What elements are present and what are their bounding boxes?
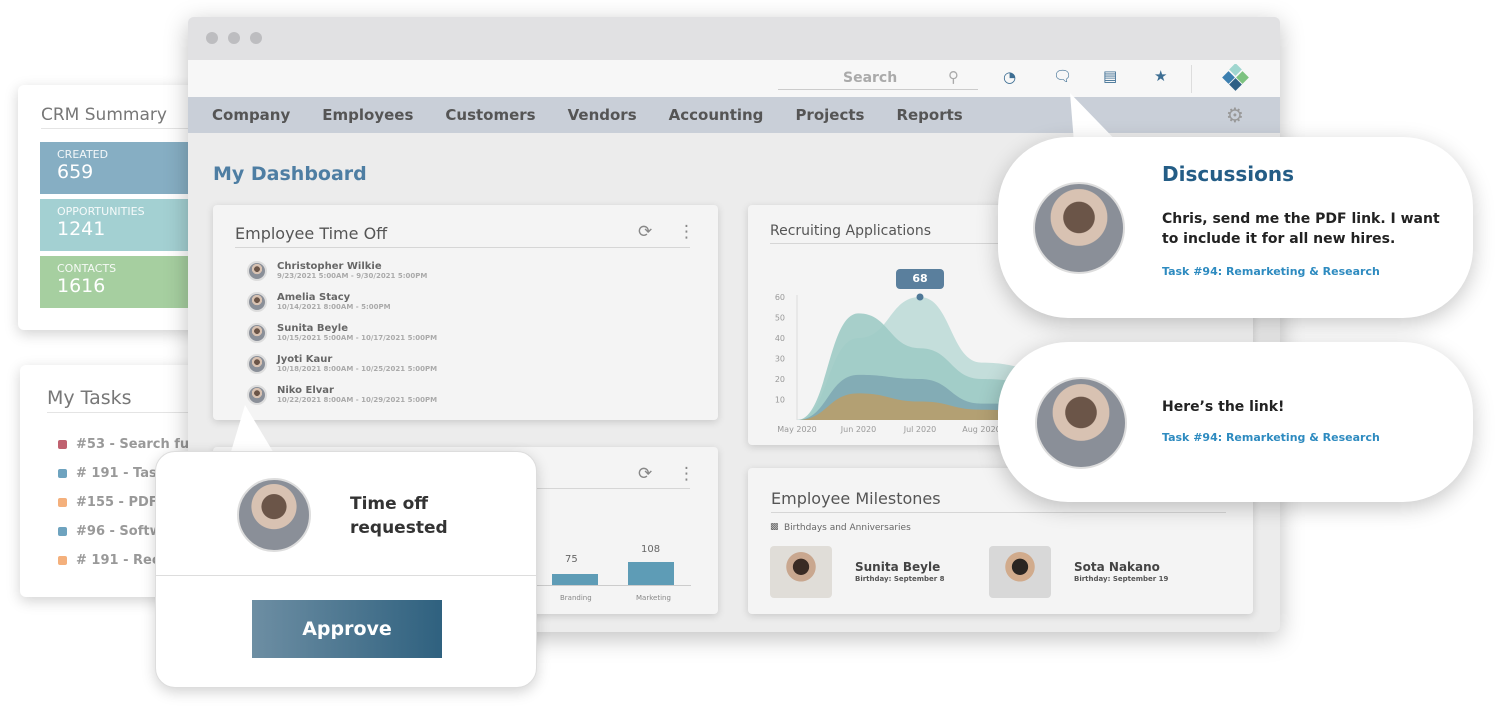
bar-value-label: 108 — [641, 544, 661, 555]
chat-icon[interactable]: 🗨 — [1053, 67, 1072, 85]
bar-axis — [513, 585, 691, 586]
milestone-detail: Birthday: September 8 — [855, 575, 945, 583]
stat-opportunities[interactable]: OPPORTUNITIES 1241 — [40, 199, 210, 251]
refresh-icon[interactable]: ⟳ — [638, 222, 652, 242]
time-off-row[interactable]: Amelia Stacy 10/14/2021 8:00AM - 5:00PM — [247, 286, 437, 317]
avatar — [237, 478, 311, 552]
y-tick-label: 50 — [775, 314, 785, 323]
avatar — [247, 322, 267, 343]
employee-name: Niko Elvar — [277, 385, 334, 396]
bar-value-label: 75 — [565, 554, 578, 565]
avatar — [247, 260, 267, 281]
popup-message: Time off requested — [350, 494, 448, 538]
stat-created[interactable]: CREATED 659 — [40, 142, 210, 194]
page-title: My Dashboard — [213, 163, 367, 185]
bar — [552, 574, 598, 585]
logo — [1222, 64, 1249, 91]
avatar — [247, 353, 267, 374]
chart-point-marker[interactable] — [916, 293, 924, 301]
task-color-marker — [58, 469, 67, 478]
search-placeholder: Search — [843, 70, 898, 86]
nav-item-reports[interactable]: Reports — [896, 106, 962, 124]
time-off-list: Christopher Wilkie 9/23/2021 5:00AM - 9/3… — [247, 255, 437, 410]
milestone-photo — [989, 546, 1051, 598]
employee-name: Amelia Stacy — [277, 292, 351, 303]
window-minimize-button[interactable] — [228, 32, 240, 44]
time-off-row[interactable]: Jyoti Kaur 10/18/2021 8:00AM - 10/25/2021… — [247, 348, 437, 379]
more-options-icon[interactable]: ⋮ — [678, 464, 695, 484]
avatar — [247, 291, 267, 312]
chart-tooltip: 68 — [896, 269, 944, 289]
discussions-bubble: Discussions Chris, send me the PDF link.… — [998, 137, 1473, 318]
time-off-row[interactable]: Christopher Wilkie 9/23/2021 5:00AM - 9/3… — [247, 255, 437, 286]
refresh-icon[interactable]: ⟳ — [638, 464, 652, 484]
task-color-marker — [58, 440, 67, 449]
window-close-button[interactable] — [206, 32, 218, 44]
more-options-icon[interactable]: ⋮ — [678, 222, 695, 242]
task-label: #53 - Search func — [76, 437, 207, 452]
employee-name: Christopher Wilkie — [277, 261, 382, 272]
crm-summary-title: CRM Summary — [41, 105, 211, 129]
stat-contacts[interactable]: CONTACTS 1616 — [40, 256, 210, 308]
time-off-dates: 10/22/2021 8:00AM - 10/29/2021 5:00PM — [277, 396, 438, 404]
nav-item-projects[interactable]: Projects — [795, 106, 864, 124]
avatar — [1033, 182, 1125, 274]
x-tick-label: May 2020 — [777, 425, 816, 434]
panel-title: Employee Time Off — [235, 224, 690, 248]
search-input[interactable]: Search ⚲ — [778, 68, 978, 90]
window-maximize-button[interactable] — [250, 32, 262, 44]
bar — [628, 562, 674, 585]
milestones-subtitle: Birthdays and Anniversaries — [784, 523, 911, 533]
nav-item-company[interactable]: Company — [212, 106, 290, 124]
task-link[interactable]: Task #94: Remarketing & Research — [1162, 265, 1380, 278]
employee-time-off-panel: Employee Time Off ⟳ ⋮ Christopher Wilkie… — [213, 205, 718, 420]
milestone-photo — [770, 546, 832, 598]
x-tick-label: Jun 2020 — [840, 425, 876, 434]
time-off-row[interactable]: Sunita Beyle 10/15/2021 5:00AM - 10/17/20… — [247, 317, 437, 348]
nav-item-vendors[interactable]: Vendors — [568, 106, 637, 124]
discussion-message: Chris, send me the PDF link. I want to i… — [1162, 211, 1440, 247]
time-off-dates: 10/18/2021 8:00AM - 10/25/2021 5:00PM — [277, 365, 438, 373]
divider — [1191, 65, 1192, 93]
task-label: # 191 - Task — [76, 466, 166, 481]
time-off-dates: 9/23/2021 5:00AM - 9/30/2021 5:00PM — [277, 272, 428, 280]
y-tick-label: 40 — [775, 334, 785, 343]
task-color-marker — [58, 527, 67, 536]
employee-name: Sunita Beyle — [277, 323, 349, 334]
task-color-marker — [58, 498, 67, 507]
nav-item-accounting[interactable]: Accounting — [669, 106, 764, 124]
list-icon[interactable]: ▤ — [1103, 67, 1117, 85]
milestone-name: Sota Nakano — [1074, 560, 1160, 574]
time-off-popup: Time off requested Approve — [155, 451, 537, 688]
reply-message: Here’s the link! — [1162, 399, 1285, 415]
avatar — [1035, 377, 1127, 469]
bar-category-label: Branding — [560, 594, 592, 602]
approve-button[interactable]: Approve — [252, 600, 442, 658]
task-color-marker — [58, 556, 67, 565]
nav-item-customers[interactable]: Customers — [445, 106, 535, 124]
reply-bubble: Here’s the link! Task #94: Remarketing &… — [998, 342, 1473, 502]
x-tick-label: Jul 2020 — [903, 425, 937, 434]
milestone-name: Sunita Beyle — [855, 560, 941, 574]
popup-divider — [156, 575, 536, 576]
employee-name: Jyoti Kaur — [277, 354, 333, 365]
y-tick-label: 10 — [775, 396, 785, 405]
task-link[interactable]: Task #94: Remarketing & Research — [1162, 431, 1380, 444]
star-icon[interactable]: ★ — [1154, 67, 1167, 85]
search-icon[interactable]: ⚲ — [948, 68, 959, 86]
y-tick-label: 60 — [775, 293, 785, 302]
nav-item-employees[interactable]: Employees — [322, 106, 413, 124]
y-tick-label: 30 — [775, 355, 785, 364]
title-bar — [188, 17, 1280, 60]
settings-gear-icon[interactable]: ⚙ — [1226, 103, 1244, 127]
milestone-detail: Birthday: September 19 — [1074, 575, 1169, 583]
time-off-dates: 10/14/2021 8:00AM - 5:00PM — [277, 303, 391, 311]
x-tick-label: Aug 2020 — [962, 425, 1001, 434]
cake-icon: ▩ — [770, 522, 779, 532]
time-off-dates: 10/15/2021 5:00AM - 10/17/2021 5:00PM — [277, 334, 438, 342]
y-tick-label: 20 — [775, 375, 785, 384]
discussions-title: Discussions — [1162, 162, 1295, 186]
bar-category-label: Marketing — [636, 594, 671, 602]
dashboard-icon[interactable]: ◔ — [1003, 68, 1016, 86]
